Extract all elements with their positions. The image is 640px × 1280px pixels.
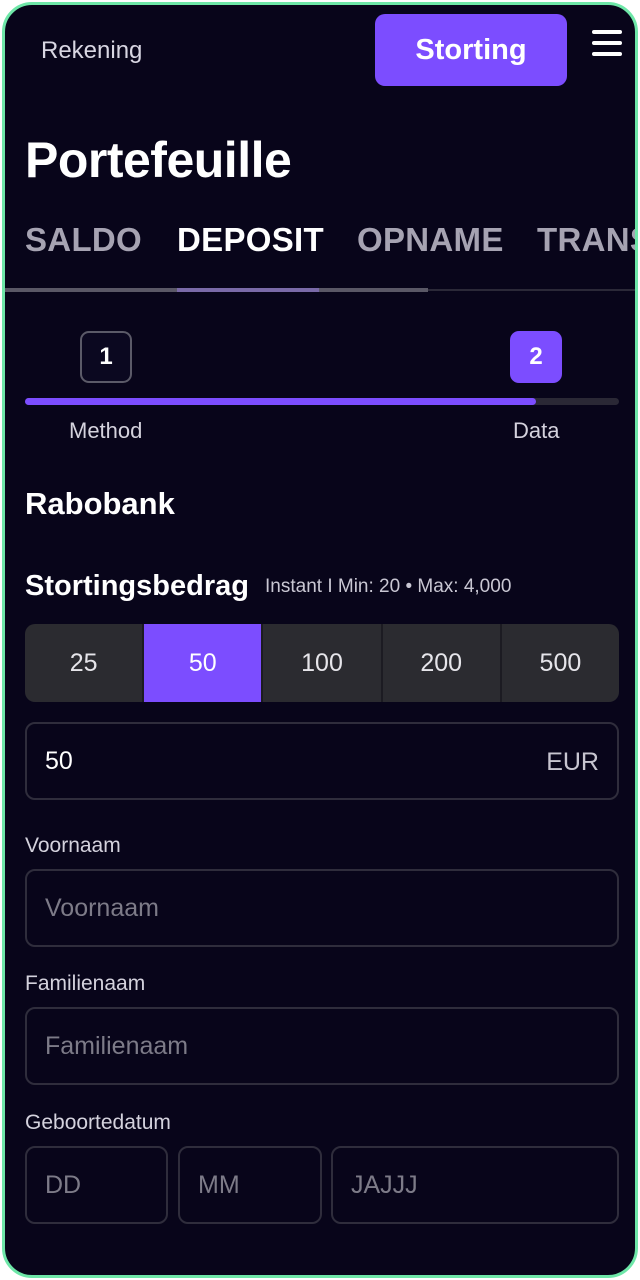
amount-option-500[interactable]: 500 <box>502 624 619 702</box>
step-1-badge[interactable]: 1 <box>80 331 132 383</box>
step-progress-bar <box>25 398 619 405</box>
account-link[interactable]: Rekening <box>41 37 142 65</box>
tab-active-indicator <box>177 288 319 292</box>
app-frame: Rekening Storting Portefeuille SALDO DEP… <box>2 2 638 1278</box>
birth-day-field <box>25 1146 168 1224</box>
tab-trans[interactable]: TRANS <box>537 221 635 259</box>
last-name-label: Familienaam <box>25 972 146 995</box>
amount-option-50[interactable]: 50 <box>144 624 264 702</box>
step-2-label: Data <box>513 418 560 443</box>
tabs-divider <box>428 289 635 291</box>
birth-day-input[interactable] <box>27 1148 166 1222</box>
birth-year-input[interactable] <box>333 1148 617 1222</box>
amount-input[interactable] <box>27 724 617 798</box>
tab-opname[interactable]: OPNAME <box>357 221 504 259</box>
step-2-badge[interactable]: 2 <box>510 331 562 383</box>
hamburger-menu-icon[interactable] <box>592 30 622 56</box>
amount-field: EUR <box>25 722 619 800</box>
amount-title: Stortingsbedrag <box>25 570 249 602</box>
tab-saldo[interactable]: SALDO <box>25 221 142 259</box>
birthdate-label: Geboortedatum <box>25 1111 171 1134</box>
wallet-tabs: SALDO DEPOSIT OPNAME TRANS <box>5 215 635 295</box>
payment-method-title: Rabobank <box>25 486 175 521</box>
amount-presets: 25 50 100 200 500 <box>25 624 619 702</box>
amount-option-100[interactable]: 100 <box>263 624 383 702</box>
step-1-label: Method <box>69 418 143 443</box>
amount-option-200[interactable]: 200 <box>383 624 502 702</box>
birth-month-input[interactable] <box>180 1148 320 1222</box>
menu-bar <box>592 41 622 45</box>
first-name-input[interactable] <box>27 871 617 945</box>
last-name-field <box>25 1007 619 1085</box>
amount-option-25[interactable]: 25 <box>25 624 145 702</box>
birth-year-field <box>331 1146 619 1224</box>
page-title: Portefeuille <box>25 132 292 188</box>
tab-deposit[interactable]: DEPOSIT <box>177 221 324 259</box>
last-name-input[interactable] <box>27 1009 617 1083</box>
birth-month-field <box>178 1146 322 1224</box>
deposit-button[interactable]: Storting <box>375 14 567 86</box>
first-name-label: Voornaam <box>25 834 121 857</box>
step-progress-fill <box>25 398 536 405</box>
menu-bar <box>592 52 622 56</box>
menu-bar <box>592 30 622 34</box>
first-name-field <box>25 869 619 947</box>
header: Rekening Storting <box>5 5 635 100</box>
currency-label: EUR <box>546 748 599 776</box>
amount-limits: Instant I Min: 20 • Max: 4,000 <box>265 576 512 597</box>
